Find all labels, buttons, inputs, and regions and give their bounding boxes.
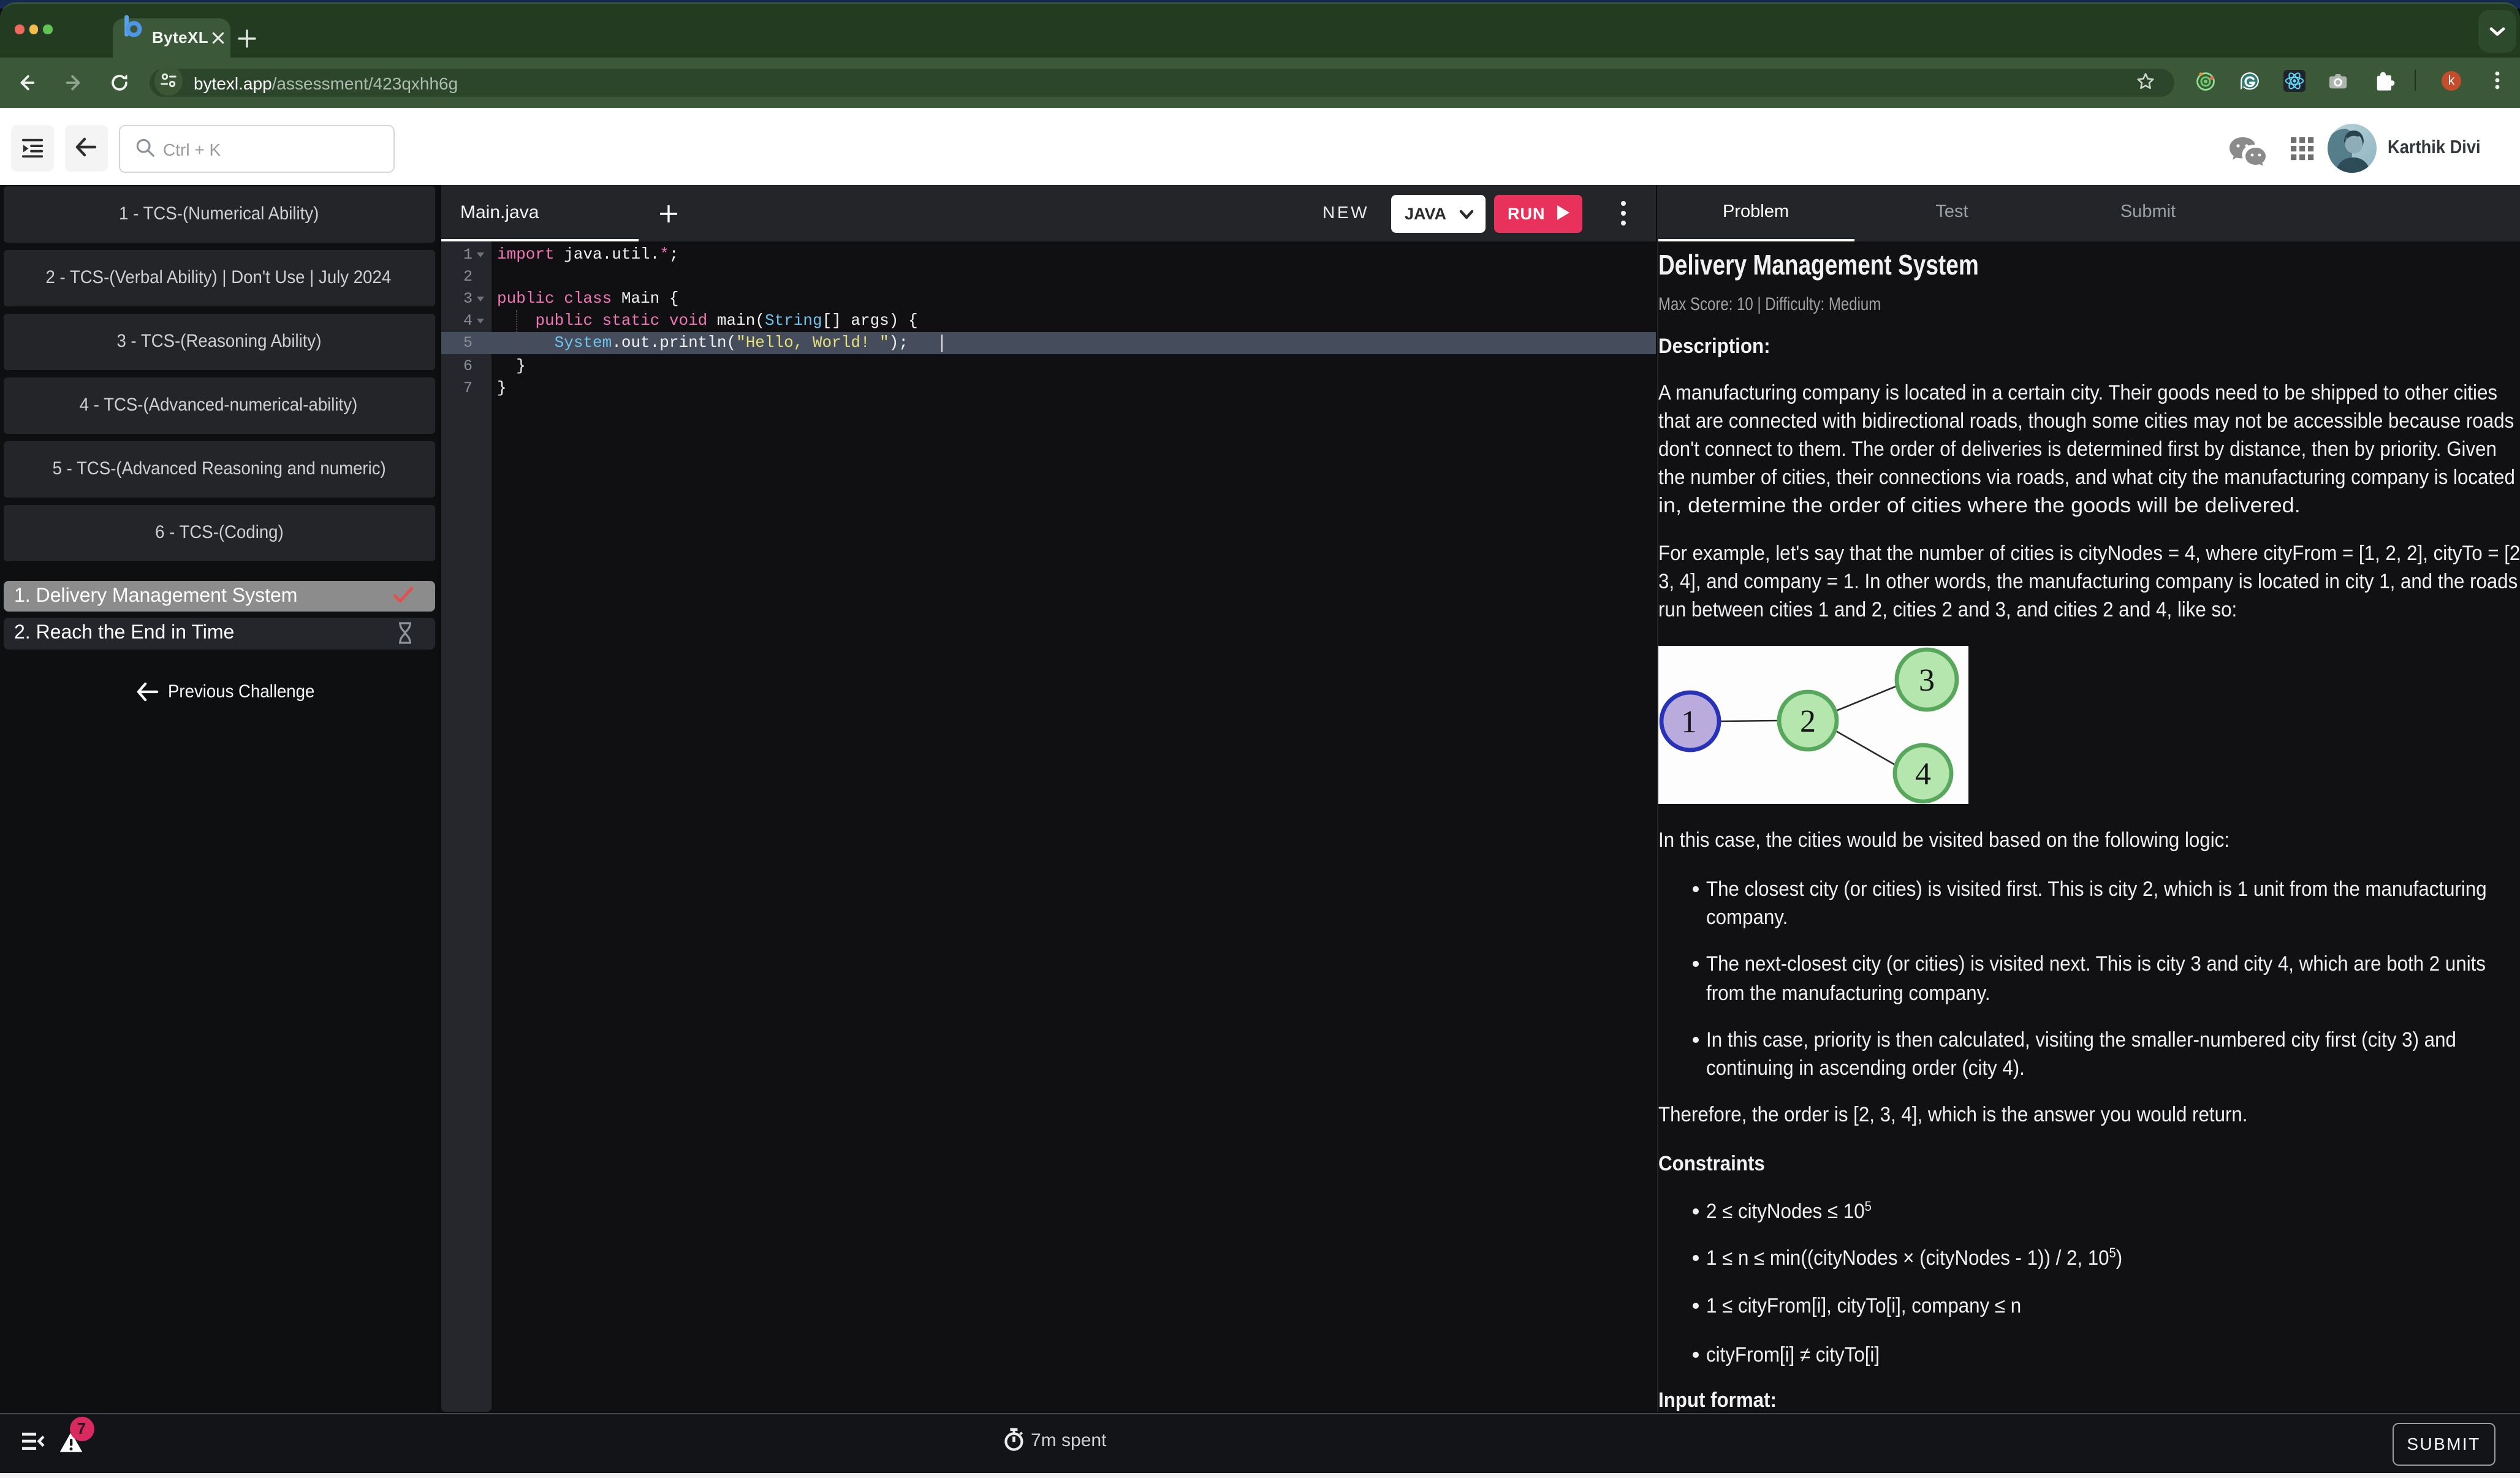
- svg-text:2: 2: [1800, 703, 1816, 738]
- svg-text:3: 3: [1919, 662, 1935, 697]
- svg-text:4: 4: [1915, 756, 1931, 791]
- svg-text:1: 1: [1681, 704, 1697, 739]
